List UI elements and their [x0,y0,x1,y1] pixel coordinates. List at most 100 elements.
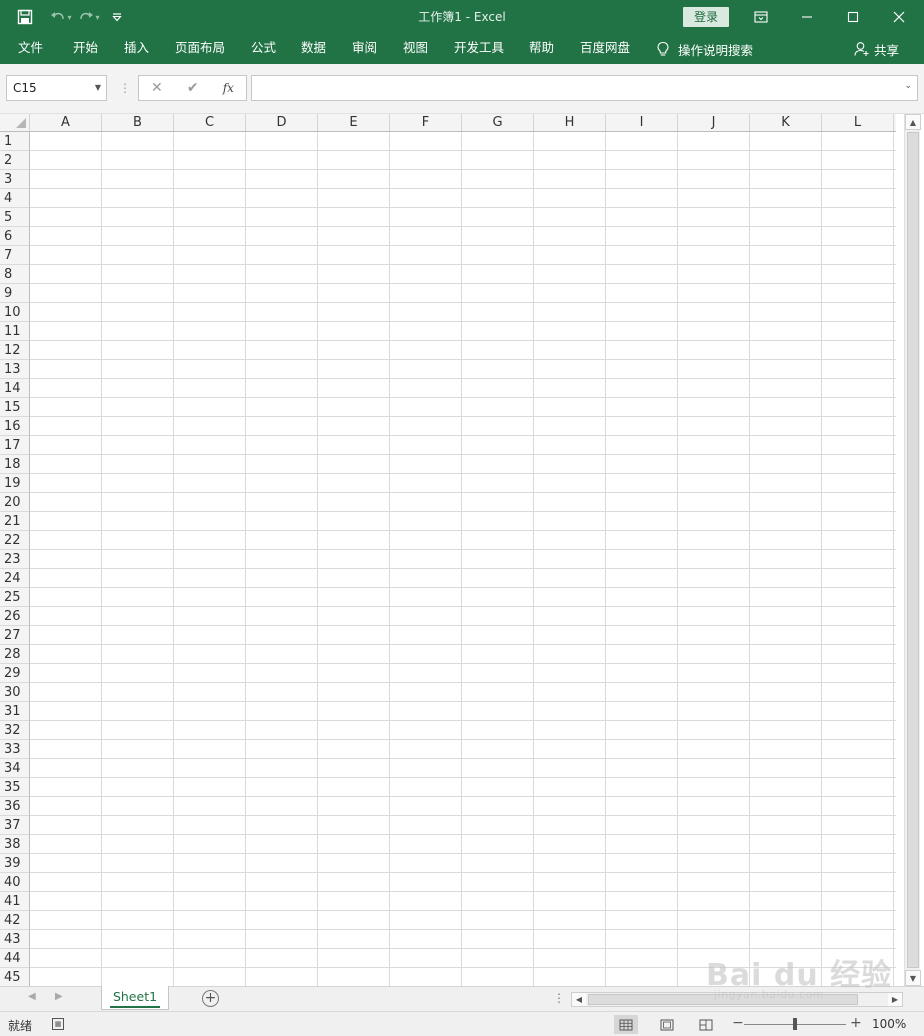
row-header[interactable]: 4 [0,189,29,208]
vertical-scroll-thumb[interactable] [907,132,919,968]
tab-page-layout[interactable]: 页面布局 [175,34,225,64]
row-header[interactable]: 40 [0,873,29,892]
horizontal-scroll-thumb[interactable] [588,994,858,1005]
tab-file[interactable]: 文件 [18,34,43,64]
column-header[interactable]: I [606,114,678,131]
row-header[interactable]: 45 [0,968,29,986]
row-header[interactable]: 43 [0,930,29,949]
row-header[interactable]: 35 [0,778,29,797]
scroll-down-icon[interactable]: ▼ [905,970,921,986]
row-header[interactable]: 36 [0,797,29,816]
row-header[interactable]: 16 [0,417,29,436]
row-header[interactable]: 33 [0,740,29,759]
row-header[interactable]: 8 [0,265,29,284]
redo-dropdown-icon[interactable]: ▾ [95,13,99,22]
tab-insert[interactable]: 插入 [124,34,149,64]
row-header[interactable]: 12 [0,341,29,360]
row-header[interactable]: 44 [0,949,29,968]
row-header[interactable]: 37 [0,816,29,835]
confirm-entry-icon[interactable]: ✔ [187,80,199,96]
column-header[interactable]: A [30,114,102,131]
row-header[interactable]: 26 [0,607,29,626]
row-header[interactable]: 41 [0,892,29,911]
undo-dropdown-icon[interactable]: ▾ [67,13,71,22]
ribbon-display-options-button[interactable] [738,0,784,34]
row-header[interactable]: 14 [0,379,29,398]
close-button[interactable] [876,0,922,34]
tab-formulas[interactable]: 公式 [251,34,276,64]
column-header[interactable]: E [318,114,390,131]
row-header[interactable]: 27 [0,626,29,645]
row-header[interactable]: 7 [0,246,29,265]
minimize-button[interactable] [784,0,830,34]
row-header[interactable]: 32 [0,721,29,740]
scroll-left-icon[interactable]: ◀ [572,993,586,1006]
row-header[interactable]: 5 [0,208,29,227]
horizontal-scrollbar[interactable]: ◀ ▶ [571,992,903,1007]
maximize-button[interactable] [830,0,876,34]
customize-qat-button[interactable] [106,4,128,30]
row-header[interactable]: 39 [0,854,29,873]
add-sheet-icon[interactable]: + [202,990,219,1007]
row-header[interactable]: 23 [0,550,29,569]
column-header[interactable]: D [246,114,318,131]
row-header[interactable]: 19 [0,474,29,493]
column-header[interactable]: L [822,114,894,131]
row-header[interactable]: 31 [0,702,29,721]
expand-formula-bar-icon[interactable]: ⌄ [904,81,912,91]
name-box[interactable]: C15 ▼ [6,75,107,101]
row-header[interactable]: 42 [0,911,29,930]
tab-developer[interactable]: 开发工具 [454,34,504,64]
column-header[interactable]: J [678,114,750,131]
row-header[interactable]: 21 [0,512,29,531]
sheet-nav-prev-icon[interactable]: ◀ [28,991,36,1002]
formula-input[interactable]: ⌄ [251,75,918,101]
chevron-down-icon[interactable]: ▼ [95,76,101,100]
page-break-view-button[interactable] [694,1015,718,1034]
row-header[interactable]: 6 [0,227,29,246]
row-header[interactable]: 28 [0,645,29,664]
macro-recording-icon[interactable]: ▦ [52,1018,64,1030]
zoom-out-button[interactable]: − [732,1015,744,1031]
row-header[interactable]: 1 [0,132,29,151]
row-header[interactable]: 15 [0,398,29,417]
zoom-in-button[interactable]: + [850,1015,862,1031]
tab-view[interactable]: 视图 [403,34,428,64]
zoom-level[interactable]: 100% [872,1017,906,1031]
page-layout-view-button[interactable] [655,1015,679,1034]
column-header[interactable]: F [390,114,462,131]
share-button[interactable]: 共享 [854,34,899,64]
undo-button[interactable]: ▾ [50,4,72,30]
select-all-button[interactable] [0,114,30,132]
row-header[interactable]: 13 [0,360,29,379]
formula-bar-grip[interactable]: ⋮ [119,81,131,95]
zoom-slider-knob[interactable] [793,1018,797,1030]
vertical-scrollbar[interactable]: ▲ ▼ [904,114,921,986]
redo-button[interactable]: ▾ [78,4,100,30]
row-header[interactable]: 30 [0,683,29,702]
row-header[interactable]: 24 [0,569,29,588]
row-header[interactable]: 29 [0,664,29,683]
sheet-nav-next-icon[interactable]: ▶ [55,991,63,1002]
cancel-entry-icon[interactable]: ✕ [151,80,163,96]
row-header[interactable]: 3 [0,170,29,189]
row-header[interactable]: 18 [0,455,29,474]
normal-view-button[interactable] [614,1015,638,1034]
tab-split-grip[interactable]: ⋮ [553,991,565,1005]
save-button[interactable] [14,4,36,30]
column-header[interactable]: K [750,114,822,131]
login-button[interactable]: 登录 [683,7,729,27]
row-header[interactable]: 20 [0,493,29,512]
column-header[interactable]: C [174,114,246,131]
tab-home[interactable]: 开始 [73,34,98,64]
tab-help[interactable]: 帮助 [529,34,554,64]
column-header[interactable]: G [462,114,534,131]
row-header[interactable]: 25 [0,588,29,607]
tell-me-search[interactable]: 操作说明搜索 [656,34,753,64]
scroll-up-icon[interactable]: ▲ [905,114,921,130]
row-header[interactable]: 10 [0,303,29,322]
column-header[interactable]: H [534,114,606,131]
row-header[interactable]: 22 [0,531,29,550]
row-header[interactable]: 38 [0,835,29,854]
tab-review[interactable]: 审阅 [352,34,377,64]
